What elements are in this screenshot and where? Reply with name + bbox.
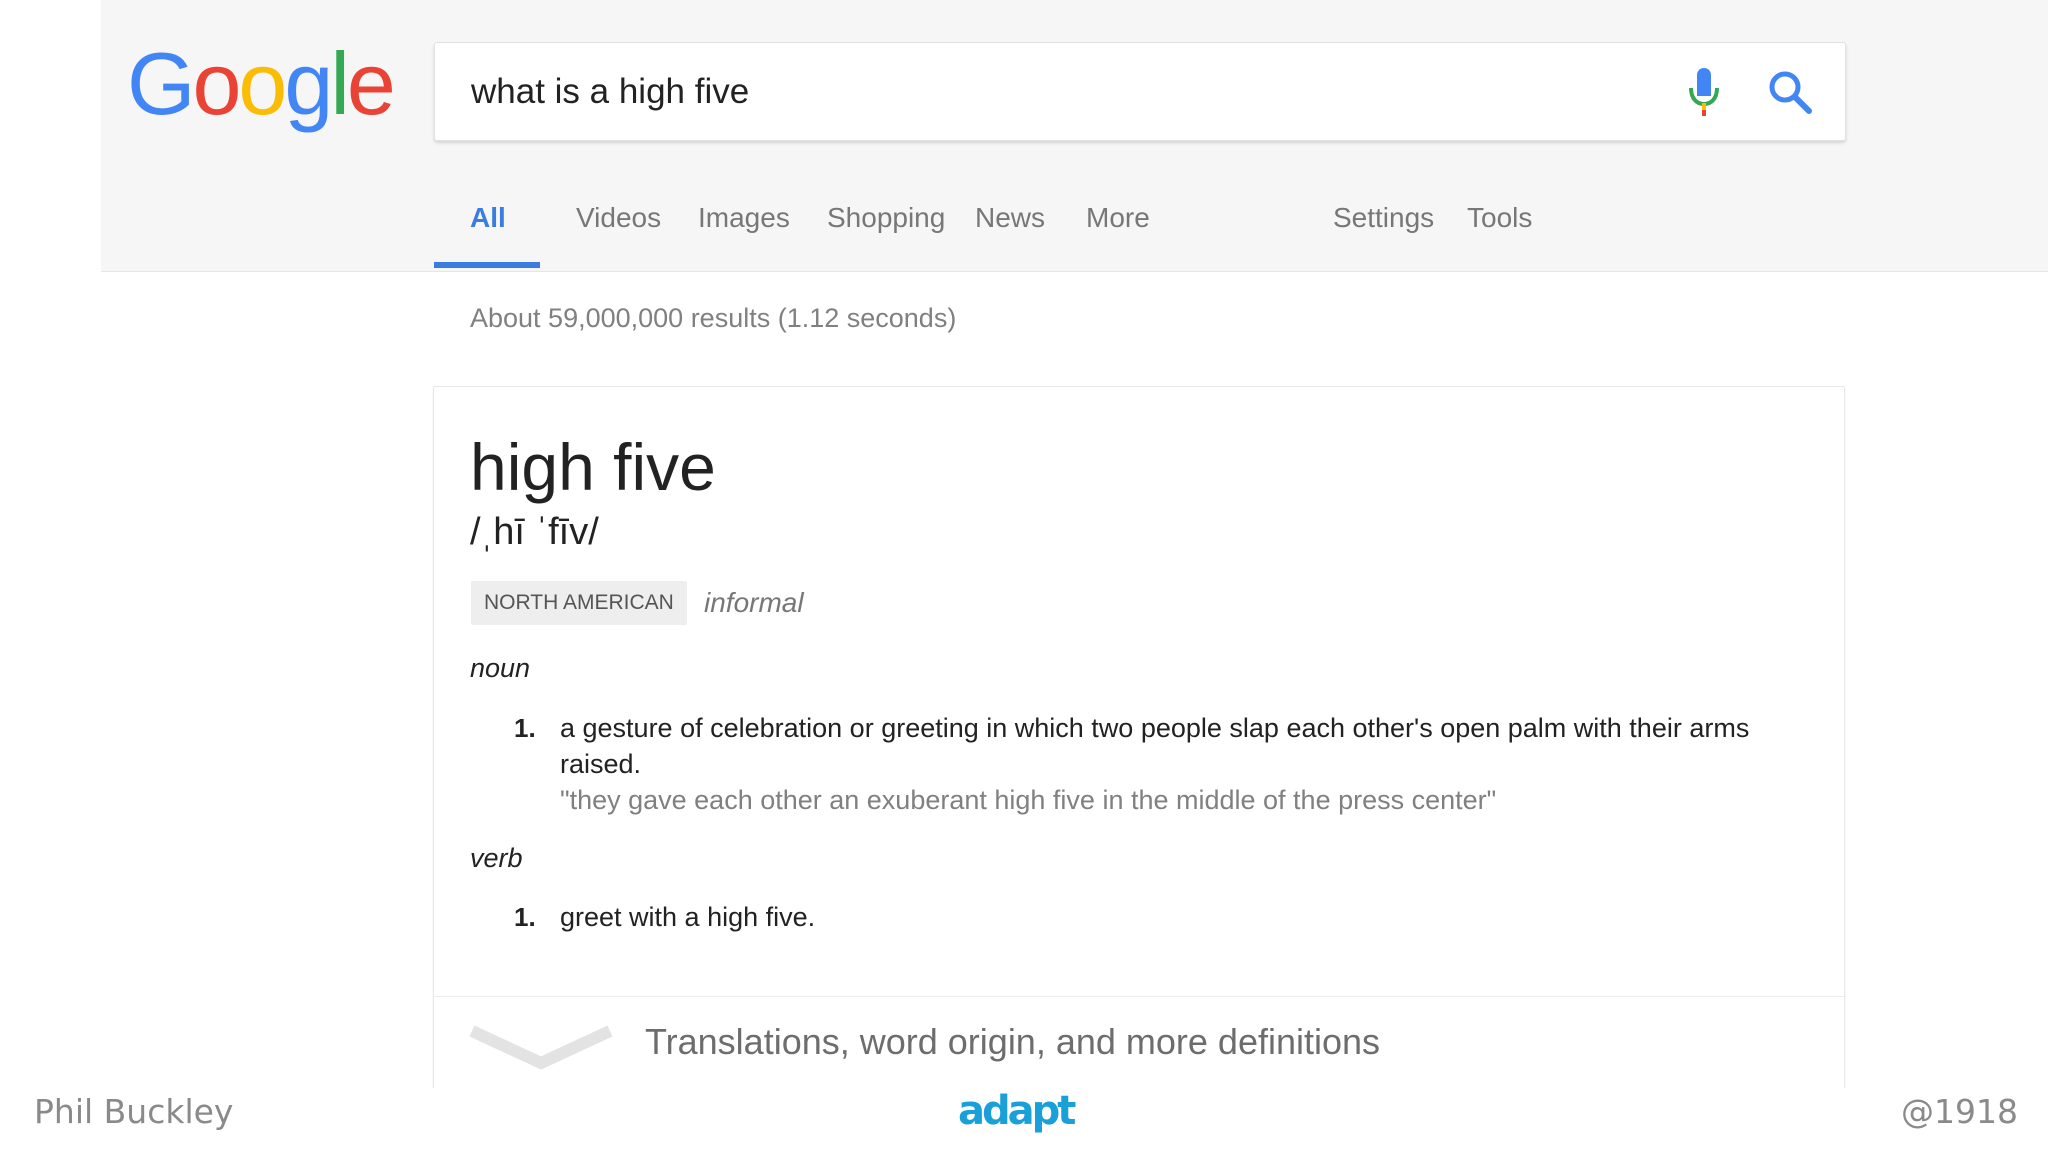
logo-letter: o <box>238 34 287 133</box>
search-header: Google All Videos Images Shopping News M… <box>101 0 2048 272</box>
part-of-speech-verb: verb <box>470 843 523 873</box>
tab-tools[interactable]: Tools <box>1467 202 1532 234</box>
logo-letter: o <box>192 34 241 133</box>
search-icon[interactable] <box>1765 67 1815 117</box>
logo-letter: l <box>330 34 349 133</box>
chevron-down-icon <box>469 1025 613 1070</box>
tab-shopping[interactable]: Shopping <box>827 202 945 234</box>
region-badge: NORTH AMERICAN <box>471 581 687 625</box>
definition-number: 1. <box>514 713 536 743</box>
definition-text: greet with a high five. <box>560 902 816 932</box>
active-tab-indicator <box>434 262 540 268</box>
tab-settings[interactable]: Settings <box>1333 202 1434 234</box>
pronunciation: /ˌhī ˈfīv/ <box>470 511 599 553</box>
search-tabs: All Videos Images Shopping News More Set… <box>434 190 1844 271</box>
tab-more[interactable]: More <box>1086 202 1150 234</box>
part-of-speech-noun: noun <box>470 653 531 683</box>
register-label: informal <box>704 587 804 618</box>
search-input[interactable] <box>471 67 1671 117</box>
footer-handle: @1918 <box>1901 1092 2018 1131</box>
logo-letter: e <box>346 34 396 133</box>
adapt-logo: adapt <box>958 1088 1079 1134</box>
more-definitions-label: Translations, word origin, and more defi… <box>645 1021 1381 1062</box>
tab-all[interactable]: All <box>470 202 506 234</box>
dictionary-card: high five /ˌhī ˈfīv/ NORTH AMERICAN info… <box>433 386 1845 1088</box>
tab-videos[interactable]: Videos <box>576 202 661 234</box>
definition-example: "they gave each other an exuberant high … <box>560 785 1497 815</box>
tab-news[interactable]: News <box>975 202 1045 234</box>
google-logo[interactable]: Google <box>127 34 396 133</box>
search-box <box>434 42 1846 141</box>
browser-screen: Google All Videos Images Shopping News M… <box>101 0 2048 1088</box>
footer-author: Phil Buckley <box>34 1092 234 1131</box>
mic-icon[interactable] <box>1682 66 1728 118</box>
definition-number: 1. <box>514 902 536 932</box>
tab-images[interactable]: Images <box>698 202 790 234</box>
result-stats: About 59,000,000 results (1.12 seconds) <box>470 303 957 333</box>
dictionary-word: high five <box>470 430 716 504</box>
logo-letter: G <box>127 34 195 133</box>
adapt-logo-text: adapt <box>958 1088 1076 1134</box>
more-definitions-link[interactable]: Translations, word origin, and more defi… <box>434 997 1844 1088</box>
logo-letter: g <box>284 34 333 133</box>
definition-text: a gesture of celebration or greeting in … <box>560 713 1750 779</box>
